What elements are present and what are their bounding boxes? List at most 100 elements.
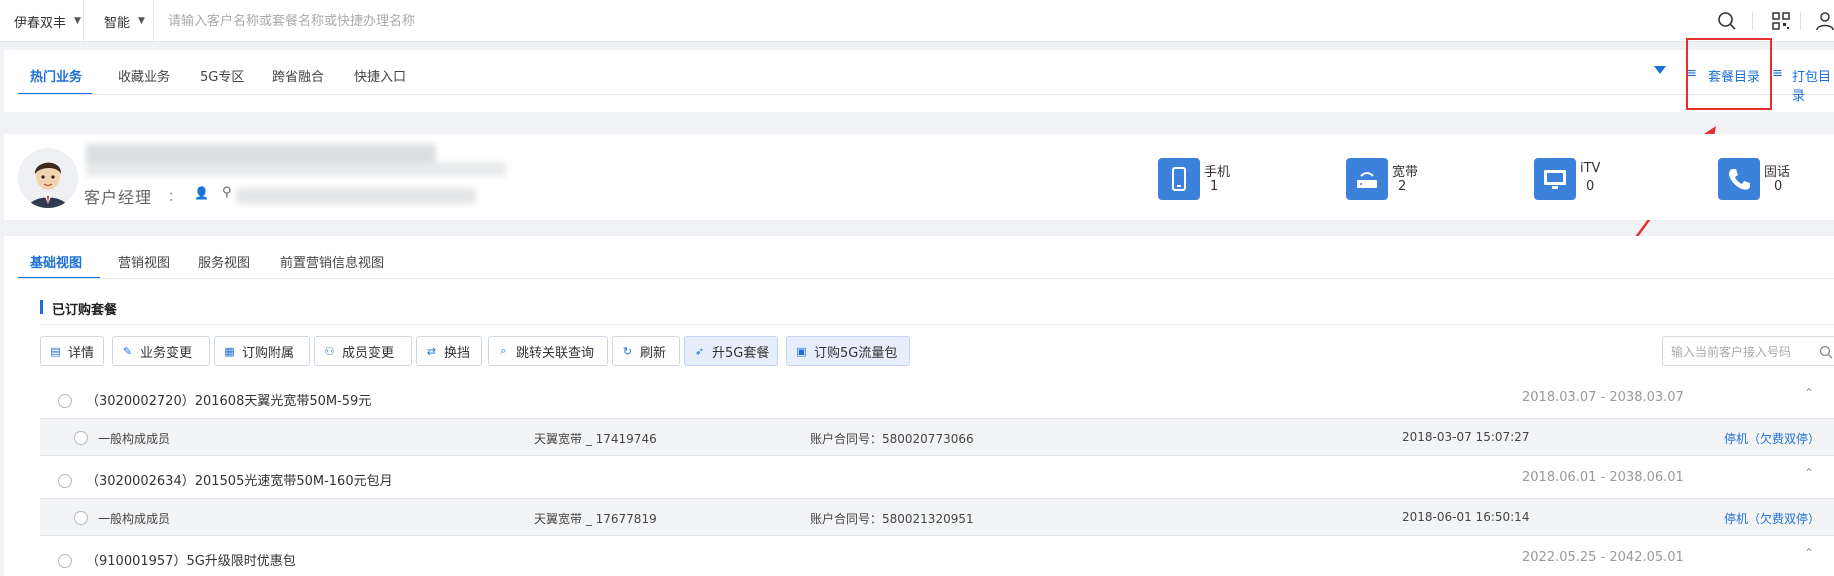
upgrade-5g-button[interactable]: ➶ 升5G套餐 [684,336,778,366]
button-label: 换挡 [444,345,471,361]
package-name: （3020002720）201608天翼光宽带50M-59元 [86,394,372,409]
member-radio[interactable] [74,511,88,525]
line-search-placeholder: 输入当前客户接入号码 [1671,344,1792,359]
mobile-stat-tile[interactable] [1158,158,1200,200]
stat-count: 2 [1398,179,1407,194]
redacted-manager-info [236,188,476,204]
tab-service-view[interactable]: 服务视图 [198,252,250,271]
business-change-button[interactable]: ✎ 业务变更 [112,336,210,366]
tab-quick-entry[interactable]: 快捷入口 [354,66,406,85]
order-addon-button[interactable]: ▦ 订购附属 [214,336,310,366]
person-icon: 👤 [194,186,209,200]
bundle-catalog-link[interactable]: 打包目录 [1792,66,1834,104]
button-label: 成员变更 [342,345,395,361]
region-select[interactable]: 伊春双丰 ▼ [0,0,84,42]
tab-marketing-view[interactable]: 营销视图 [118,252,170,271]
stat-label: 固话 [1764,165,1791,180]
stat-label: 手机 [1204,165,1231,180]
itv-stat-tile[interactable] [1534,158,1576,200]
stat-label: 宽带 [1392,165,1419,180]
divider [40,324,1834,325]
top-search-bar: 伊春双丰 ▼ 智能 ▼ [0,0,1834,42]
button-label: 跳转关联查询 [516,345,595,361]
button-label: 业务变更 [140,345,193,361]
search-doc-icon: ⌕ [500,344,507,357]
phone-icon [1729,169,1750,190]
rocket-icon: ➶ [694,344,705,358]
line-number-search[interactable]: 输入当前客户接入号码 [1662,336,1834,366]
member-status-link[interactable]: 停机（欠费双停） [1724,510,1820,527]
package-date-range: 2018.03.07 - 2038.03.07 [1522,390,1684,405]
manager-colon: ： [168,190,182,205]
chevron-down-icon: ▼ [74,16,81,26]
member-product: 天翼宽带 _ 17677819 [534,512,657,526]
swap-icon: ⇄ [426,344,437,358]
highlight-box [1686,38,1772,110]
member-role: 一般构成成员 [98,512,171,526]
edit-icon: ✎ [122,344,133,358]
tv-icon [1544,170,1566,189]
landline-stat-tile[interactable] [1718,158,1760,200]
stat-count: 0 [1774,179,1783,194]
detail-button[interactable]: ▤ 详情 [40,336,104,366]
list-icon: ≡ [1772,66,1783,81]
package-row[interactable]: （910001957）5G升级限时优惠包 2022.05.25 - 2042.0… [40,540,1834,576]
business-nav-panel: 热门业务 收藏业务 5G专区 跨省融合 快捷入口 ≡ 套餐目录 ≡ 打包目录 [4,50,1834,112]
section-marker [40,300,43,314]
router-icon [1357,172,1377,188]
refresh-button[interactable]: ↻ 刷新 [612,336,680,366]
package-radio[interactable] [58,394,72,408]
chevron-up-icon[interactable]: ⌃ [1804,546,1814,560]
broadband-stat-tile[interactable] [1346,158,1388,200]
divider [18,94,1834,95]
swap-plan-button[interactable]: ⇄ 换挡 [416,336,482,366]
member-row: 一般构成成员 天翼宽带 _ 17677819 账户合同号：58002132095… [40,498,1834,536]
stat-label: iTV [1580,161,1601,176]
member-status-link[interactable]: 停机（欠费双停） [1724,430,1820,447]
search-icon[interactable] [1716,10,1738,32]
member-radio[interactable] [74,431,88,445]
tab-favorites[interactable]: 收藏业务 [118,66,170,85]
list-icon: ▦ [224,344,235,358]
member-change-button[interactable]: ⚇ 成员变更 [314,336,412,366]
avatar-image [18,148,78,208]
tab-pre-marketing-view[interactable]: 前置营销信息视图 [280,252,384,271]
qr-code-icon[interactable] [1770,10,1792,32]
triangle-down-icon[interactable] [1654,66,1666,74]
button-label: 订购5G流量包 [814,345,898,361]
mobile-icon [1172,167,1186,191]
package-radio[interactable] [58,554,72,568]
redacted-customer-info [86,162,506,176]
chevron-down-icon: ▼ [138,16,145,26]
member-time: 2018-06-01 16:50:14 [1402,510,1530,524]
user-icon: ⚇ [324,344,335,358]
package-row[interactable]: （3020002720）201608天翼光宽带50M-59元 2018.03.0… [40,380,1834,418]
region-select-value: 伊春双丰 [14,15,67,31]
chevron-up-icon[interactable]: ⌃ [1804,466,1814,480]
tab-5g-zone[interactable]: 5G专区 [200,66,244,85]
global-search-input[interactable] [168,10,1668,32]
user-icon[interactable] [1814,10,1834,32]
tab-hot-business[interactable]: 热门业务 [30,66,82,85]
package-row[interactable]: （3020002634）201505光速宽带50M-160元包月 2018.06… [40,460,1834,498]
button-label: 详情 [68,345,95,361]
manager-label: 客户经理 [84,188,153,207]
tab-basic-view[interactable]: 基础视图 [30,252,82,271]
tab-cross-province[interactable]: 跨省融合 [272,66,324,85]
package-name: （910001957）5G升级限时优惠包 [86,554,296,569]
related-query-button[interactable]: ⌕ 跳转关联查询 [488,336,608,366]
mode-select[interactable]: 智能 ▼ [90,0,154,42]
chevron-up-icon[interactable]: ⌃ [1804,386,1814,400]
button-label: 升5G套餐 [712,345,770,361]
refresh-icon: ↻ [622,344,633,358]
package-date-range: 2022.05.25 - 2042.05.01 [1522,550,1684,565]
order-5g-data-button[interactable]: ▣ 订购5G流量包 [786,336,910,366]
member-time: 2018-03-07 15:07:27 [1402,430,1530,444]
main-content-panel: 基础视图 营销视图 服务视图 前置营销信息视图 已订购套餐 ▤ 详情 ✎ 业务变… [4,236,1834,576]
member-contract: 账户合同号：580021320951 [810,512,974,526]
avatar [18,148,78,208]
divider [1752,12,1753,30]
button-label: 刷新 [640,345,667,361]
section-title: 已订购套餐 [52,303,118,318]
package-radio[interactable] [58,474,72,488]
